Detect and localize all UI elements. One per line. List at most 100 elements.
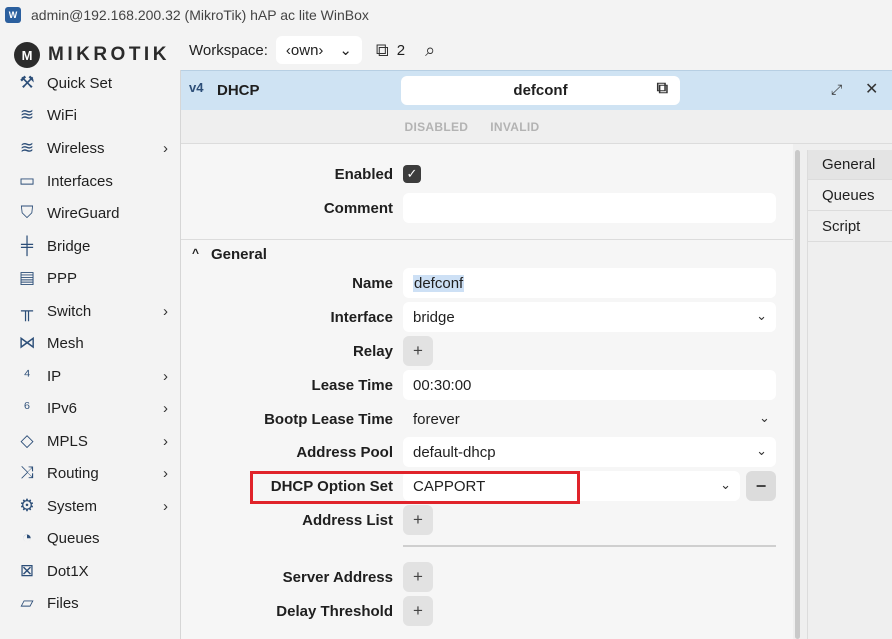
sidebar-item-bridge[interactable]: ╪ Bridge bbox=[0, 231, 180, 261]
sidebar-item-mpls[interactable]: ◇ MPLS › bbox=[0, 426, 180, 456]
lease-time-label: Lease Time bbox=[311, 377, 393, 394]
interface-select[interactable]: bridge ⌄ bbox=[403, 302, 776, 332]
relay-label: Relay bbox=[352, 343, 393, 360]
name-field[interactable]: defconf bbox=[403, 268, 776, 298]
interface-label: Interface bbox=[330, 309, 393, 326]
row-relay: Relay + bbox=[181, 336, 793, 366]
flag-invalid: INVALID bbox=[490, 119, 540, 134]
close-icon[interactable]: ✕ bbox=[865, 79, 878, 99]
workspace-select[interactable]: ‹own› ⌄ bbox=[275, 36, 362, 64]
chevron-down-icon: ⌄ bbox=[759, 410, 770, 425]
server-address-add-button[interactable]: + bbox=[403, 562, 433, 592]
delay-threshold-add-button[interactable]: + bbox=[403, 596, 433, 626]
tab-script[interactable]: Script bbox=[808, 212, 892, 242]
window-titlebar: W admin@192.168.200.32 (MikroTik) hAP ac… bbox=[0, 0, 892, 30]
sidebar-item-label: IP bbox=[47, 367, 62, 385]
row-delay-threshold: Delay Threshold + bbox=[181, 596, 793, 626]
enabled-checkbox[interactable]: ✓ bbox=[403, 165, 421, 183]
sidebar-item-ip[interactable]: ⁴ IP › bbox=[0, 361, 180, 391]
form-scrollbar[interactable] bbox=[793, 150, 801, 639]
row-bootp-lease-time: Bootp Lease Time forever ⌄ bbox=[181, 404, 793, 434]
section-tabs: General Queues Script bbox=[807, 150, 892, 639]
wifi-icon: ≋ bbox=[19, 105, 35, 124]
wireless-icon: ≋ bbox=[19, 138, 35, 157]
section-general-label: General bbox=[211, 246, 267, 263]
chevron-down-icon: ⌄ bbox=[756, 443, 767, 458]
windows-icon[interactable]: ⧉ bbox=[376, 40, 389, 61]
comment-field[interactable] bbox=[403, 193, 776, 223]
item-name-box: defconf ⧉ bbox=[401, 76, 680, 105]
sidebar: M MIKROTIK ⚒ Quick Set ≋ WiFi ≋ Wireless › ▭ Int… bbox=[0, 30, 180, 639]
sidebar-item-files[interactable]: ▱ Files bbox=[0, 588, 180, 618]
chevron-right-icon: › bbox=[163, 139, 168, 157]
dhcp-option-set-remove-button[interactable]: − bbox=[746, 471, 776, 501]
chevron-right-icon: › bbox=[163, 432, 168, 450]
chevron-right-icon: › bbox=[163, 497, 168, 515]
row-dhcp-option-set: DHCP Option Set CAPPORT ⌄ − bbox=[181, 471, 793, 504]
ipv6-icon: ⁶ bbox=[23, 398, 31, 417]
address-list-add-button[interactable]: + bbox=[403, 505, 433, 535]
interfaces-icon: ▭ bbox=[18, 171, 36, 190]
workspace-label: Workspace: bbox=[189, 41, 268, 59]
ppp-icon: ▤ bbox=[18, 268, 36, 287]
system-icon: ⚙ bbox=[19, 496, 35, 515]
sidebar-item-dot1x[interactable]: ⊠ Dot1X bbox=[0, 556, 180, 586]
sidebar-item-quick-set[interactable]: ⚒ Quick Set bbox=[0, 68, 180, 98]
sidebar-item-label: PPP bbox=[47, 269, 78, 287]
sidebar-item-label: Files bbox=[47, 594, 79, 612]
wireguard-icon: ⛉ bbox=[20, 203, 34, 222]
sidebar-item-wifi[interactable]: ≋ WiFi bbox=[0, 100, 180, 130]
sidebar-item-label: Routing bbox=[47, 464, 99, 482]
comment-label: Comment bbox=[323, 200, 393, 217]
sidebar-item-ipv6[interactable]: ⁶ IPv6 › bbox=[0, 393, 180, 423]
sidebar-item-interfaces[interactable]: ▭ Interfaces bbox=[0, 166, 180, 196]
winbox-app-icon: W bbox=[5, 7, 21, 23]
scrollbar-thumb[interactable] bbox=[795, 150, 800, 639]
section-general[interactable]: ^ General bbox=[181, 239, 793, 263]
sidebar-item-label: WiFi bbox=[47, 106, 77, 124]
sidebar-item-wireguard[interactable]: ⛉ WireGuard bbox=[0, 198, 180, 228]
copy-icon[interactable]: ⧉ bbox=[657, 80, 668, 98]
relay-add-button[interactable]: + bbox=[403, 336, 433, 366]
expand-icon[interactable]: ⤢ bbox=[831, 81, 842, 98]
highlight-box bbox=[250, 471, 580, 504]
switch-icon: ╥ bbox=[20, 301, 34, 320]
mikrotik-logo-text: MIKROTIK bbox=[48, 44, 170, 65]
workspace-value: ‹own› bbox=[285, 41, 324, 59]
sidebar-item-switch[interactable]: ╥ Switch › bbox=[0, 296, 180, 326]
address-pool-select[interactable]: default-dhcp ⌄ bbox=[403, 437, 776, 467]
tab-queues[interactable]: Queues bbox=[808, 181, 892, 211]
chevron-right-icon: › bbox=[163, 367, 168, 385]
panel-title: DHCP bbox=[217, 82, 260, 99]
mikrotik-logo-icon: M bbox=[14, 42, 40, 68]
chevron-up-icon: ^ bbox=[192, 246, 200, 260]
window-title: admin@192.168.200.32 (MikroTik) hAP ac l… bbox=[31, 7, 369, 23]
queues-icon: ◔ bbox=[21, 528, 33, 547]
sidebar-item-wireless[interactable]: ≋ Wireless › bbox=[0, 133, 180, 163]
sidebar-item-label: Mesh bbox=[47, 334, 84, 352]
chevron-right-icon: › bbox=[163, 464, 168, 482]
sidebar-item-label: WireGuard bbox=[47, 204, 120, 222]
workspace-toolbar: Workspace: ‹own› ⌄ ⧉ 2 ⌕ bbox=[180, 30, 892, 70]
sidebar-item-ppp[interactable]: ▤ PPP bbox=[0, 263, 180, 293]
quick-set-icon: ⚒ bbox=[19, 73, 35, 92]
address-pool-label: Address Pool bbox=[296, 444, 393, 461]
lease-time-field[interactable]: 00:30:00 bbox=[403, 370, 776, 400]
sidebar-item-system[interactable]: ⚙ System › bbox=[0, 491, 180, 521]
sidebar-item-queues[interactable]: ◔ Queues bbox=[0, 523, 180, 553]
sidebar-item-label: Switch bbox=[47, 302, 92, 320]
sidebar-item-routing[interactable]: ⤨ Routing › bbox=[0, 458, 180, 488]
sidebar-item-label: IPv6 bbox=[47, 399, 78, 417]
enabled-label: Enabled bbox=[334, 166, 393, 183]
row-address-list: Address List + bbox=[181, 505, 793, 535]
row-interface: Interface bridge ⌄ bbox=[181, 302, 793, 332]
bridge-icon: ╪ bbox=[20, 236, 34, 255]
sidebar-item-label: Dot1X bbox=[47, 562, 89, 580]
bootp-lease-time-select[interactable]: forever ⌄ bbox=[403, 404, 770, 434]
sidebar-item-mesh[interactable]: ⋈ Mesh bbox=[0, 328, 180, 358]
server-address-label: Server Address bbox=[282, 569, 393, 586]
address-list-label: Address List bbox=[302, 512, 393, 529]
zoom-search-icon[interactable]: ⌕ bbox=[425, 40, 435, 61]
name-value: defconf bbox=[413, 274, 465, 292]
tab-general[interactable]: General bbox=[808, 150, 892, 180]
